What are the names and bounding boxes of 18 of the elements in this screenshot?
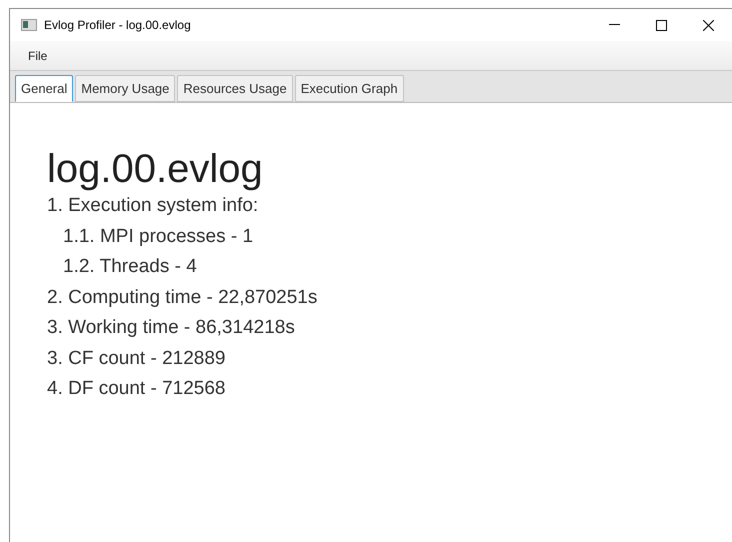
tab[interactable]: Execution Graph bbox=[294, 75, 404, 102]
info-line: 4. DF count - 712568 bbox=[47, 377, 226, 401]
info-line: 1.2. Threads - 4 bbox=[63, 255, 197, 279]
tab[interactable]: Memory Usage bbox=[75, 75, 176, 102]
close-icon bbox=[703, 20, 714, 30]
info-line: 2. Computing time - 22,870251s bbox=[47, 286, 318, 310]
info-line: 3. CF count - 212889 bbox=[47, 346, 226, 370]
file-heading: log.00.evlog bbox=[47, 146, 263, 193]
info-line: 1. Execution system info: bbox=[47, 194, 258, 218]
minimize-icon bbox=[609, 24, 620, 26]
tab[interactable]: General bbox=[15, 75, 74, 102]
tab[interactable]: Resources Usage bbox=[177, 75, 293, 102]
window-title: Evlog Profiler - log.00.evlog bbox=[44, 17, 191, 34]
app-icon bbox=[21, 19, 37, 31]
menu-item[interactable]: File bbox=[20, 44, 56, 68]
info-line: 3. Working time - 86,314218s bbox=[47, 316, 295, 340]
maximize-icon bbox=[656, 20, 667, 30]
info-line: 1.1. MPI processes - 1 bbox=[63, 224, 254, 248]
